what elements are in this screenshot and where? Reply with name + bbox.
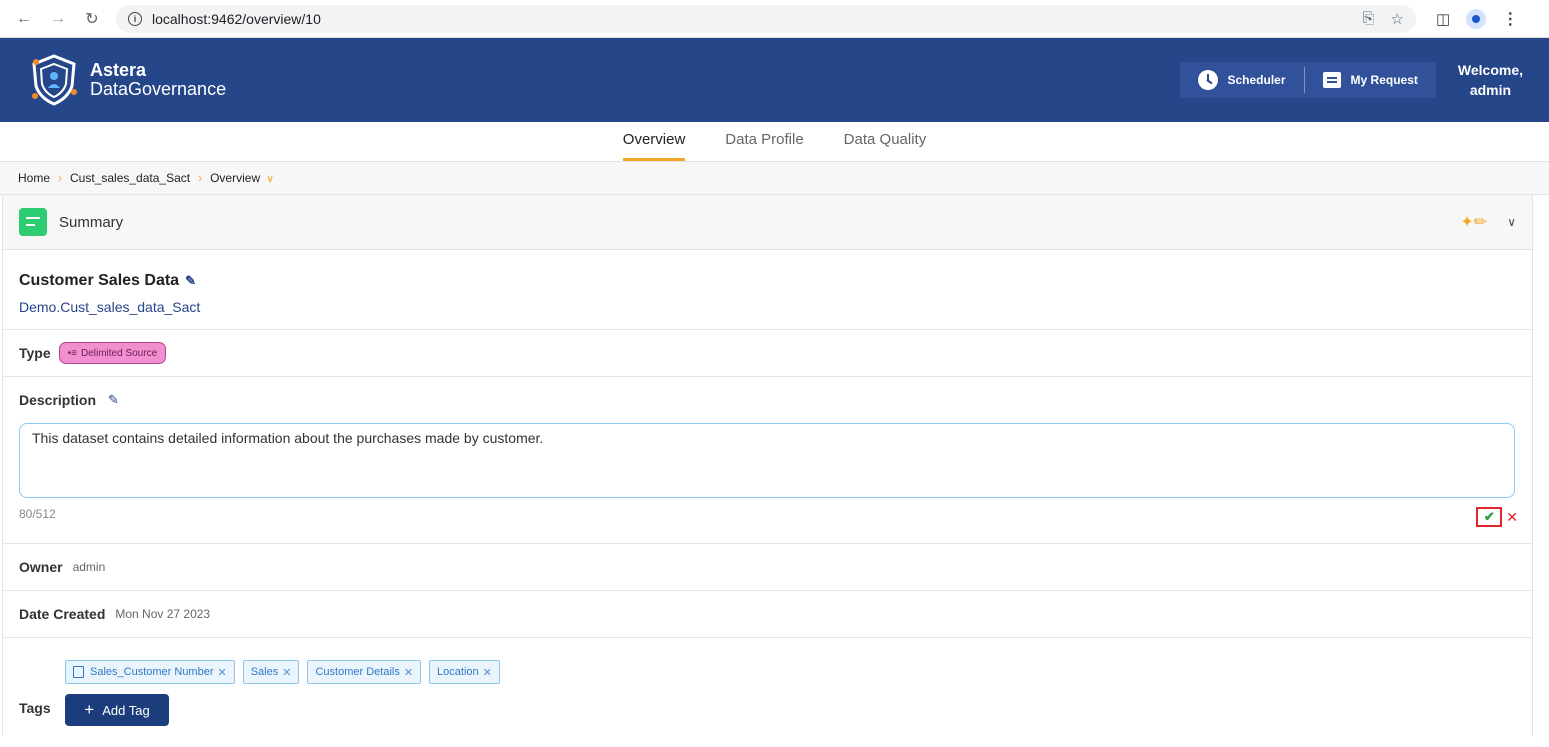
owner-value: admin: [72, 560, 106, 574]
type-row: Type •≡ Delimited Source: [3, 330, 1532, 377]
dataset-path: Demo.Cust_sales_data_Sact: [19, 299, 201, 315]
edit-title-pencil-icon[interactable]: ✎: [185, 273, 196, 289]
summary-header[interactable]: Summary ✦✏ ∨: [3, 195, 1532, 250]
checkmark-icon: ✔: [1483, 509, 1495, 524]
tab-data-quality[interactable]: Data Quality: [844, 131, 927, 161]
remove-tag-icon[interactable]: ✕: [218, 666, 227, 679]
username: admin: [1469, 82, 1512, 98]
page-tabs: Overview Data Profile Data Quality: [0, 122, 1549, 162]
add-tag-button[interactable]: + Add Tag: [65, 694, 169, 726]
type-value: Delimited Source: [80, 347, 158, 359]
date-created-label: Date Created: [19, 606, 106, 622]
summary-title: Summary: [59, 213, 124, 231]
edit-description-pencil-icon[interactable]: ✎: [108, 392, 119, 408]
tab-data-profile[interactable]: Data Profile: [725, 131, 803, 161]
tag-label: Sales: [250, 666, 279, 678]
collapse-chevron-icon[interactable]: ∨: [1507, 215, 1516, 229]
brand-logo[interactable]: Astera DataGovernance: [26, 52, 226, 108]
delimited-source-icon: •≡: [67, 347, 77, 359]
glossary-term-icon: [73, 666, 84, 678]
dataset-title: Customer Sales Data: [19, 272, 180, 289]
type-badge: •≡ Delimited Source: [58, 342, 167, 364]
shield-logo-icon: [32, 54, 77, 106]
cancel-description-icon[interactable]: ✕: [1506, 509, 1518, 526]
brand-product: DataGovernance: [90, 79, 227, 99]
remove-tag-icon[interactable]: ✕: [282, 666, 291, 679]
confirm-description-button[interactable]: ✔: [1476, 507, 1503, 527]
description-section: Description ✎ 80/512 ✔ ✕: [3, 377, 1532, 544]
dataset-title-block: Customer Sales Data ✎ Demo.Cust_sales_da…: [3, 250, 1532, 330]
site-info-icon[interactable]: i: [128, 11, 142, 26]
url-text: localhost:9462/overview/10: [152, 10, 321, 27]
breadcrumb-current[interactable]: Overview: [210, 171, 260, 185]
remove-tag-icon[interactable]: ✕: [404, 666, 413, 679]
owner-label: Owner: [19, 559, 63, 575]
owner-row: Owner admin: [3, 544, 1532, 591]
tags-section: Tags Sales_Customer Number ✕ Sales ✕ Cus…: [3, 638, 1532, 736]
description-textarea[interactable]: [19, 423, 1515, 498]
breadcrumb-dataset[interactable]: Cust_sales_data_Sact: [70, 171, 190, 185]
summary-panel: Summary ✦✏ ∨ Customer Sales Data ✎ Demo.…: [2, 195, 1533, 736]
remove-tag-icon[interactable]: ✕: [483, 666, 492, 679]
welcome-text: Welcome,: [1457, 62, 1523, 78]
scheduler-label: Scheduler: [1227, 73, 1286, 87]
date-created-value: Mon Nov 27 2023: [115, 607, 211, 621]
tag-chip[interactable]: Location ✕: [429, 660, 500, 684]
description-label: Description: [19, 392, 97, 408]
profile-avatar-icon[interactable]: [1466, 8, 1487, 29]
back-arrow-icon[interactable]: ←: [12, 7, 36, 31]
chevron-right-icon: ›: [58, 171, 63, 185]
scheduler-button[interactable]: Scheduler: [1194, 70, 1290, 90]
brand-name: Astera: [90, 60, 147, 80]
reload-icon[interactable]: ↻: [80, 7, 104, 31]
browser-menu-icon[interactable]: ⋮: [1502, 9, 1518, 29]
browser-toolbar: ← → ↻ i localhost:9462/overview/10 ⎘ ☆ ◫…: [0, 0, 1549, 38]
chevron-right-icon: ›: [198, 171, 203, 185]
tags-list: Sales_Customer Number ✕ Sales ✕ Customer…: [65, 660, 500, 684]
plus-icon: +: [84, 700, 95, 719]
tag-label: Location: [437, 666, 479, 678]
install-app-icon[interactable]: ⎘: [1363, 10, 1375, 28]
summary-icon: [19, 208, 47, 236]
my-request-label: My Request: [1350, 73, 1418, 87]
action-divider: [1303, 67, 1305, 93]
tag-label: Customer Details: [315, 666, 400, 678]
welcome-user[interactable]: Welcome, admin: [1458, 60, 1523, 100]
tag-chip[interactable]: Sales ✕: [242, 660, 300, 684]
bookmark-star-icon[interactable]: ☆: [1391, 10, 1404, 28]
description-char-count: 80/512: [19, 507, 56, 521]
chevron-down-icon[interactable]: ∨: [266, 172, 274, 185]
header-action-group: Scheduler My Request: [1179, 62, 1436, 98]
tags-label: Tags: [19, 700, 51, 716]
magic-wand-icon[interactable]: ✦✏: [1460, 212, 1487, 232]
tag-chip[interactable]: Sales_Customer Number ✕: [65, 660, 235, 684]
tab-overview[interactable]: Overview: [622, 131, 686, 161]
app-header: Astera DataGovernance Scheduler My Reque…: [0, 38, 1549, 122]
tag-label: Sales_Customer Number: [90, 666, 214, 678]
clock-icon: [1197, 70, 1218, 90]
breadcrumb-home[interactable]: Home: [18, 171, 50, 185]
my-request-button[interactable]: My Request: [1319, 72, 1422, 88]
breadcrumb: Home › Cust_sales_data_Sact › Overview ∨: [0, 162, 1549, 195]
type-label: Type: [19, 345, 51, 361]
side-panel-icon[interactable]: ◫: [1436, 10, 1450, 28]
date-created-row: Date Created Mon Nov 27 2023: [3, 591, 1532, 638]
tag-chip[interactable]: Customer Details ✕: [307, 660, 422, 684]
add-tag-label: Add Tag: [102, 702, 150, 718]
forward-arrow-icon[interactable]: →: [46, 7, 70, 31]
address-bar[interactable]: i localhost:9462/overview/10 ⎘ ☆: [116, 4, 1416, 33]
message-icon: [1322, 72, 1341, 88]
